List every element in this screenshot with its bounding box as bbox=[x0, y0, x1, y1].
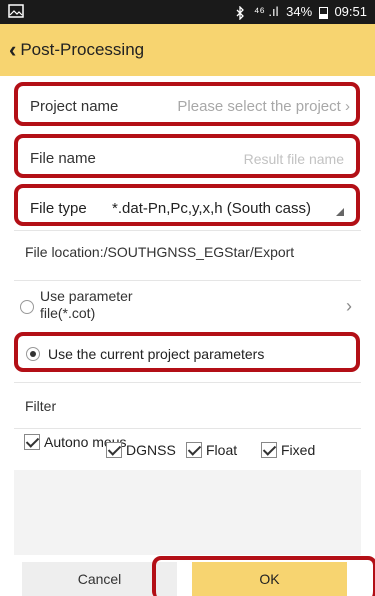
checkbox-label: DGNSS bbox=[126, 442, 176, 458]
clock: 09:51 bbox=[334, 4, 367, 19]
file-name-label: File name bbox=[30, 150, 96, 167]
divider bbox=[14, 382, 361, 383]
file-type-row[interactable]: File type *.dat-Pn,Pc,y,x,h (South cass) bbox=[14, 184, 360, 226]
checkbox-checked-icon bbox=[186, 442, 202, 458]
checkbox-checked-icon bbox=[106, 442, 122, 458]
radio-unchecked[interactable] bbox=[20, 300, 34, 314]
ok-button[interactable]: OK bbox=[192, 562, 347, 596]
checkbox-float[interactable]: Float bbox=[186, 442, 237, 458]
gallery-icon bbox=[8, 4, 24, 18]
file-type-label: File type bbox=[30, 200, 87, 217]
status-bar: ⁴⁶ .ıl 34% 09:51 bbox=[0, 0, 375, 24]
radio-checked[interactable] bbox=[26, 347, 40, 361]
file-name-row[interactable]: File name Result file name bbox=[14, 134, 360, 178]
project-name-value: Please select the project › bbox=[177, 98, 350, 115]
checkbox-label: Autono mous bbox=[44, 433, 127, 450]
use-current-params-option[interactable]: Use the current project parameters bbox=[14, 332, 360, 372]
project-name-label: Project name bbox=[30, 98, 119, 115]
checkbox-checked-icon bbox=[24, 434, 40, 450]
checkbox-label: Float bbox=[206, 442, 238, 458]
status-indicators: ⁴⁶ .ıl 34% 09:51 bbox=[235, 4, 367, 20]
checkbox-autonomous[interactable]: Autono mous bbox=[24, 433, 127, 450]
bluetooth-icon bbox=[236, 5, 245, 20]
file-location: File location:/SOUTHGNSS_EGStar/Export bbox=[25, 244, 295, 260]
dropdown-arrow-icon bbox=[336, 208, 344, 216]
chevron-right-icon: › bbox=[345, 98, 350, 115]
project-name-row[interactable]: Project name Please select the project › bbox=[14, 82, 360, 126]
filter-label: Filter bbox=[25, 398, 57, 414]
empty-area bbox=[14, 470, 361, 555]
page-title: Post-Processing bbox=[20, 40, 145, 59]
divider bbox=[14, 280, 361, 281]
use-parameter-file-option[interactable]: Use parameter file(*.cot) › bbox=[14, 286, 360, 328]
file-type-select[interactable]: *.dat-Pn,Pc,y,x,h (South cass) bbox=[112, 200, 311, 217]
filter-options: Autono mous DGNSS Float Fixed bbox=[14, 432, 361, 468]
divider bbox=[14, 230, 361, 231]
use-parameter-file-label: Use parameter file(*.cot) bbox=[40, 288, 133, 321]
chevron-right-icon: › bbox=[346, 296, 352, 316]
checkbox-fixed[interactable]: Fixed bbox=[261, 442, 315, 458]
use-current-params-label: Use the current project parameters bbox=[48, 346, 265, 362]
checkbox-checked-icon bbox=[261, 442, 277, 458]
file-name-input[interactable]: Result file name bbox=[244, 151, 344, 167]
back-button[interactable]: ‹ Post-Processing bbox=[9, 38, 144, 62]
divider bbox=[14, 428, 361, 429]
chevron-left-icon: ‹ bbox=[9, 37, 17, 62]
app-header: ‹ Post-Processing bbox=[0, 24, 375, 76]
checkbox-label: Fixed bbox=[281, 442, 316, 458]
signal-indicator: ⁴⁶ .ıl bbox=[253, 4, 279, 19]
battery-icon bbox=[318, 6, 328, 19]
checkbox-dgnss[interactable]: DGNSS bbox=[106, 442, 176, 458]
cancel-button[interactable]: Cancel bbox=[22, 562, 177, 596]
battery-percent: 34% bbox=[286, 4, 313, 19]
